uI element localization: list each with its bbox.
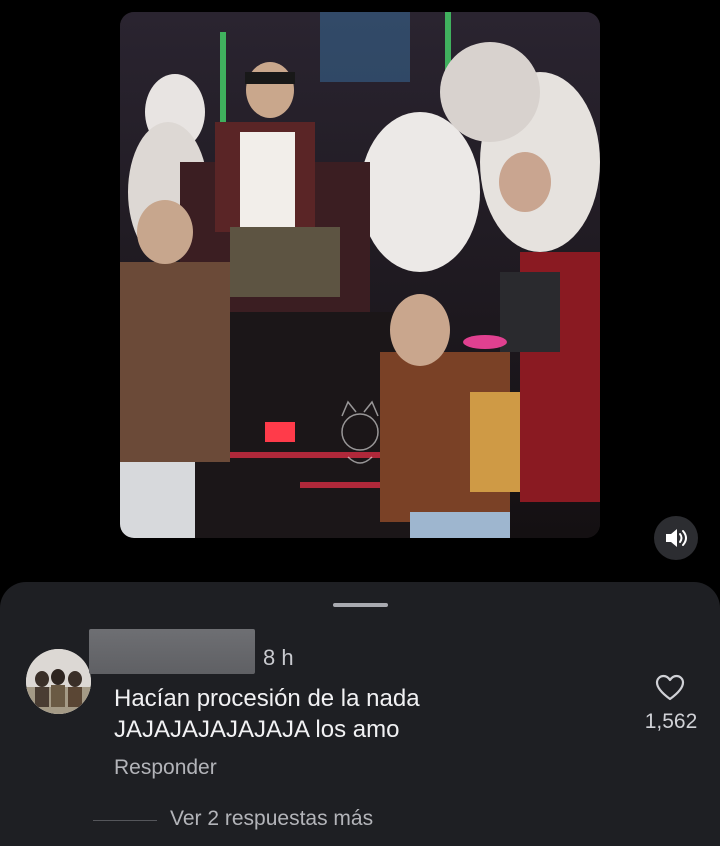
like-count: 1,562 [644, 710, 698, 733]
heart-outline-icon [655, 674, 685, 701]
like-button[interactable] [652, 670, 688, 706]
avatar-image [26, 649, 91, 714]
commenter-avatar[interactable] [26, 649, 91, 714]
sheet-drag-handle[interactable] [333, 603, 388, 607]
speaker-icon [666, 529, 687, 547]
reply-button[interactable]: Responder [114, 755, 217, 781]
post-video[interactable] [120, 12, 600, 538]
replies-divider [93, 820, 157, 821]
comments-sheet: 8 h Hacían procesión de la nada JAJAJAJA… [0, 582, 720, 846]
video-frame-image [120, 12, 600, 538]
comment-text: Hacían procesión de la nada JAJAJAJAJAJA… [114, 683, 584, 745]
comment-text-line1: Hacían procesión de la nada [114, 685, 420, 712]
media-area [0, 0, 720, 582]
comment-timestamp: 8 h [263, 645, 294, 670]
mute-toggle-button[interactable] [654, 516, 698, 560]
comment-text-line2: JAJAJAJAJAJAJA los amo [114, 716, 400, 743]
username-redacted[interactable] [89, 629, 255, 674]
view-more-replies-button[interactable]: Ver 2 respuestas más [170, 806, 373, 832]
